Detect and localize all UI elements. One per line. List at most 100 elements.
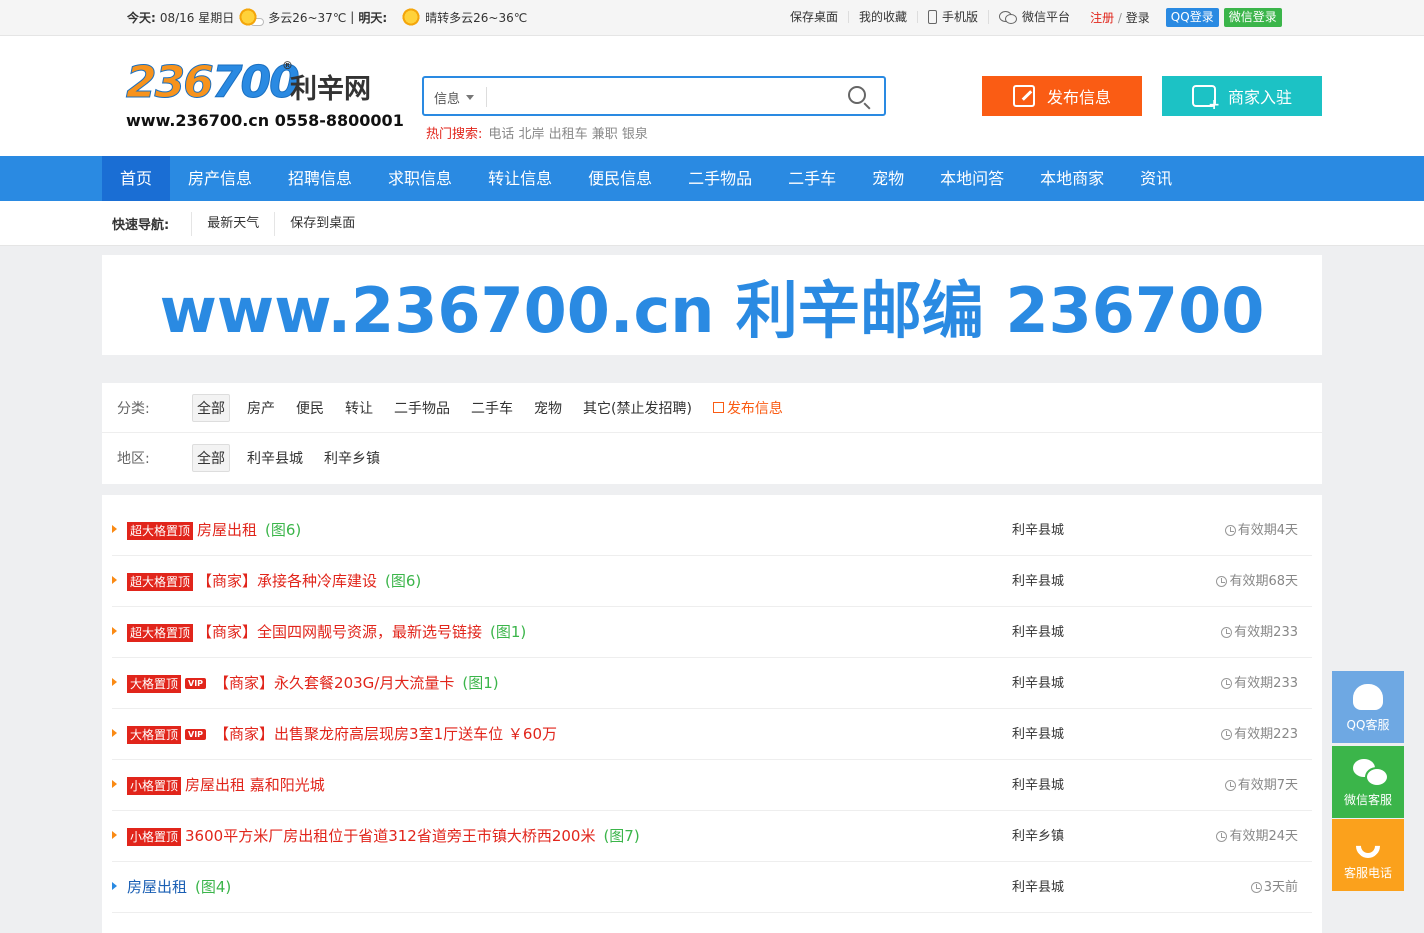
login-link[interactable]: 登录 <box>1126 11 1150 25</box>
listing-title[interactable]: 房屋出租 <box>197 505 257 556</box>
area-filter-row: 地区: 全部 利辛县城 利辛乡镇 <box>102 433 1322 483</box>
arrow-icon <box>112 780 117 788</box>
register-link[interactable]: 注册 <box>1090 11 1114 25</box>
nav-convenience[interactable]: 便民信息 <box>570 156 670 201</box>
listing-title[interactable]: 【商家】承接各种冷库建设 <box>197 556 377 607</box>
area-option[interactable]: 利辛乡镇 <box>320 445 384 471</box>
listing-title[interactable]: 房屋出租 嘉和阳光城 <box>185 760 325 811</box>
banner-text: www.236700.cn 利辛邮编 236700 <box>159 274 1265 347</box>
listing-row[interactable]: 房屋出租 (图4) 利辛县城 3天前 <box>112 862 1312 913</box>
edit-icon <box>1012 85 1035 107</box>
nav-home[interactable]: 首页 <box>102 156 171 201</box>
listing-row[interactable]: 小格置顶 房屋出租 嘉和阳光城 利辛县城 有效期7天 <box>112 760 1312 811</box>
publish-button[interactable]: 发布信息 <box>982 76 1142 116</box>
search-input[interactable] <box>492 84 832 110</box>
listing-title[interactable]: 【商家】全国四网靓号资源，最新选号链接 <box>197 607 482 658</box>
area-option[interactable]: 利辛县城 <box>243 445 307 471</box>
wechat-platform-link[interactable]: 微信平台 <box>989 10 1080 24</box>
top-badge: 大格置顶 <box>127 725 182 744</box>
listing-expiry: 有效期233 <box>1221 658 1298 709</box>
search-box: 信息 <box>422 76 886 116</box>
listing-title[interactable]: 【商家】出售聚龙府高层现房3室1厅送车位 ￥60万 <box>214 709 557 760</box>
top-badge: 超大格置顶 <box>127 521 194 540</box>
nav-local-merchants[interactable]: 本地商家 <box>1022 156 1122 201</box>
mobile-link[interactable]: 手机版 <box>918 10 990 24</box>
sun-icon <box>401 7 422 27</box>
nav-jobs[interactable]: 招聘信息 <box>270 156 370 201</box>
image-count: (图1) <box>462 674 499 692</box>
image-count: (图1) <box>490 623 527 641</box>
hot-search: 热门搜索: 电话 北岸 出租车 兼职 银泉 <box>426 123 648 142</box>
today-label: 今天: <box>127 10 156 25</box>
arrow-icon <box>112 831 117 839</box>
clock-icon <box>1221 729 1233 740</box>
wechat-service-button[interactable]: 微信客服 <box>1332 746 1404 818</box>
merchant-join-button[interactable]: 商家入驻 <box>1162 76 1322 116</box>
nav-second-hand[interactable]: 二手物品 <box>670 156 770 201</box>
listing-row[interactable]: 超大格置顶 房屋出租 (图6) 利辛县城 有效期4天 <box>112 505 1312 556</box>
listing-row[interactable]: 超大格置顶 【商家】全国四网靓号资源，最新选号链接 (图1) 利辛县城 有效期233 <box>112 607 1312 658</box>
favorites-link[interactable]: 我的收藏 <box>849 11 919 23</box>
filter-publish-link[interactable]: 发布信息 <box>709 395 787 421</box>
search-icon[interactable] <box>848 86 866 104</box>
nav-transfer[interactable]: 转让信息 <box>470 156 570 201</box>
site-logo[interactable]: 236700 ® 利辛网 www.236700.cn 0558-8800001 <box>124 57 404 137</box>
category-filter-row: 分类: 全部 房产 便民 转让 二手物品 二手车 宠物 其它(禁止发招聘) 发布… <box>102 383 1322 433</box>
wechat-login-button[interactable]: 微信登录 <box>1223 7 1282 27</box>
search-category-select[interactable]: 信息 <box>434 88 475 107</box>
category-option[interactable]: 转让 <box>341 395 377 421</box>
category-option[interactable]: 其它(禁止发招聘) <box>579 395 696 421</box>
listing-title[interactable]: 【商家】永久套餐203G/月大流量卡 <box>214 658 454 709</box>
listing-row[interactable]: 大格置顶 VIP 【商家】出售聚龙府高层现房3室1厅送车位 ￥60万 利辛县城 有效期2… <box>112 709 1312 760</box>
category-option[interactable]: 房产 <box>243 395 279 421</box>
nav-news[interactable]: 资讯 <box>1122 156 1190 201</box>
nav-real-estate[interactable]: 房产信息 <box>170 156 270 201</box>
listing-area: 利辛县城 <box>1012 880 1065 895</box>
quick-nav-save-desktop[interactable]: 保存到桌面 <box>274 211 370 236</box>
phone-service-button[interactable]: 客服电话 <box>1332 819 1404 891</box>
wechat-label: 微信平台 <box>1022 10 1071 24</box>
listing-row[interactable]: 超大格置顶 【商家】承接各种冷库建设 (图6) 利辛县城 有效期68天 <box>112 556 1312 607</box>
listing-row[interactable]: 大格置顶 VIP 【商家】永久套餐203G/月大流量卡 (图1) 利辛县城 有效期233 <box>112 658 1312 709</box>
image-count: (图6) <box>385 572 422 590</box>
save-desktop-link[interactable]: 保存桌面 <box>790 11 850 23</box>
qq-icon <box>1353 684 1383 710</box>
listing-row[interactable]: 小格置顶 3600平方米厂房出租位于省道312省道旁王市镇大桥西200米 (图7) 利… <box>112 811 1312 862</box>
phone-service-label: 客服电话 <box>1343 866 1392 880</box>
qq-service-button[interactable]: QQ客服 <box>1332 671 1404 743</box>
category-option[interactable]: 二手物品 <box>390 395 454 421</box>
listing-area: 利辛县城 <box>1012 727 1065 742</box>
listing-expiry: 3天前 <box>1250 862 1298 913</box>
category-option[interactable]: 宠物 <box>530 395 566 421</box>
arrow-icon <box>112 882 117 890</box>
category-option[interactable]: 便民 <box>292 395 328 421</box>
banner[interactable]: www.236700.cn 利辛邮编 236700 <box>102 255 1322 355</box>
arrow-icon <box>112 627 117 635</box>
area-option[interactable]: 全部 <box>192 444 230 472</box>
phone-icon <box>928 10 938 24</box>
category-option[interactable]: 全部 <box>192 393 230 422</box>
today-weather: 多云26~37℃ <box>268 10 347 25</box>
nav-job-seeking[interactable]: 求职信息 <box>370 156 470 201</box>
listing-title[interactable]: 3600平方米厂房出租位于省道312省道旁王市镇大桥西200米 <box>185 811 595 862</box>
category-option[interactable]: 二手车 <box>467 395 517 421</box>
nav-used-cars[interactable]: 二手车 <box>770 156 854 201</box>
vip-badge: VIP <box>185 729 207 740</box>
qq-login-button[interactable]: QQ登录 <box>1165 7 1219 27</box>
quick-nav-weather[interactable]: 最新天气 <box>191 211 274 236</box>
hot-search-label: 热门搜索: <box>426 127 483 142</box>
category-label: 分类: <box>117 400 150 417</box>
listing-area: 利辛乡镇 <box>1012 829 1065 844</box>
listing-title[interactable]: 房屋出租 <box>127 862 187 913</box>
nav-local-qa[interactable]: 本地问答 <box>922 156 1022 201</box>
listing-expiry: 有效期24天 <box>1216 811 1298 862</box>
publish-label: 发布信息 <box>1046 88 1111 107</box>
hot-search-terms[interactable]: 电话 北岸 出租车 兼职 银泉 <box>488 123 648 142</box>
dropdown-arrow-icon <box>466 95 475 100</box>
image-count: (图6) <box>265 521 302 539</box>
listing-expiry: 有效期233 <box>1221 607 1298 658</box>
filter-panel: 分类: 全部 房产 便民 转让 二手物品 二手车 宠物 其它(禁止发招聘) 发布… <box>102 383 1322 484</box>
arrow-icon <box>112 525 117 533</box>
top-badge: 小格置顶 <box>127 776 182 795</box>
nav-pets[interactable]: 宠物 <box>854 156 922 201</box>
